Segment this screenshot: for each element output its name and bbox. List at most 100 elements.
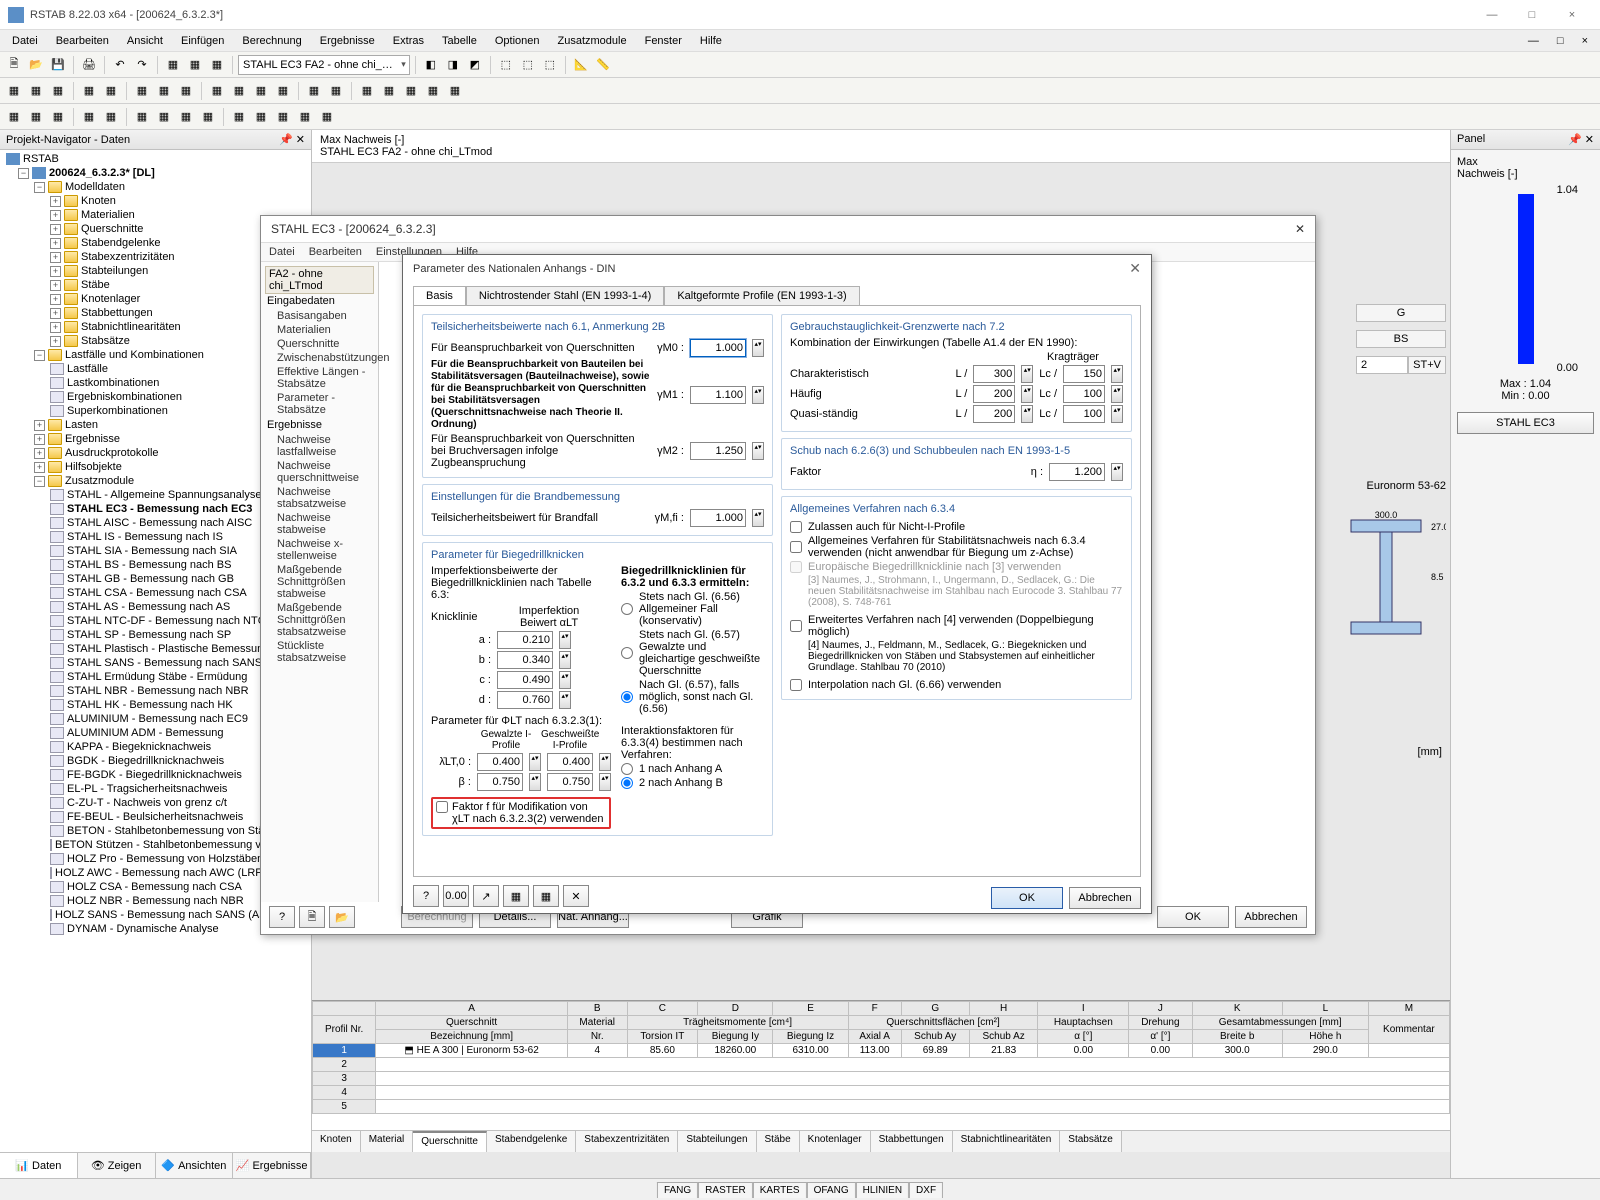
tool-icon[interactable]: ▦ [401,81,421,101]
menu-hilfe[interactable]: Hilfe [692,33,730,49]
btab[interactable]: Stabexzentrizitäten [576,1131,678,1152]
tool-icon[interactable]: ▦ [185,55,205,75]
tool-icon[interactable]: ▦ [26,107,46,127]
btab[interactable]: Stabsätze [1060,1131,1121,1152]
tree-item[interactable]: Querschnitte [81,223,143,235]
tool-icon[interactable]: ▦ [163,55,183,75]
btab[interactable]: Stabbettungen [871,1131,953,1152]
gamma-mfi-field[interactable] [690,509,746,527]
tree-item[interactable]: Stäbe [81,279,110,291]
tool-icon[interactable]: ▦ [101,107,121,127]
tree-item[interactable]: STAHL Plastisch - Plastische Bemessung [67,643,269,655]
module-combo[interactable]: STAHL EC3 FA2 - ohne chi_… [238,55,410,75]
tool-icon[interactable]: ◧ [421,55,441,75]
tool-icon[interactable]: ▦ [379,81,399,101]
menu-fenster[interactable]: Fenster [637,33,690,49]
tool-icon[interactable]: ▦ [207,55,227,75]
tree-item[interactable]: Hilfsobjekte [65,461,122,473]
btab[interactable]: Stabnichtlinearitäten [953,1131,1061,1152]
tree-item[interactable]: STAHL AS - Bemessung nach AS [67,601,230,613]
menu-berechnung[interactable]: Berechnung [234,33,309,49]
d1-cancel-button[interactable]: Abbrechen [1235,906,1307,928]
tree-item[interactable]: ALUMINIUM - Bemessung nach EC9 [67,713,248,725]
tree-item[interactable]: STAHL Ermüdung Stäbe - Ermüdung [67,671,247,683]
tool-icon[interactable]: ▦ [423,81,443,101]
tool-icon[interactable]: ▦ [4,81,24,101]
tree-item[interactable]: Stabnichtlinearitäten [81,321,181,333]
tree-item[interactable]: Ergebniskombinationen [67,391,182,403]
status-tab[interactable]: KARTES [753,1182,807,1198]
nav-tab-zeigen[interactable]: 👁Zeigen [78,1153,156,1178]
tab-nichtrostender[interactable]: Nichtrostender Stahl (EN 1993-1-4) [466,286,664,305]
btab[interactable]: Stabteilungen [678,1131,756,1152]
nav-tab-ansichten[interactable]: 🔷Ansichten [156,1153,234,1178]
tool-icon[interactable]: ▦ [503,885,529,907]
tool-icon[interactable]: ▦ [251,81,271,101]
tree-item[interactable]: STAHL BS - Bemessung nach BS [67,559,231,571]
tool-icon[interactable]: ◨ [443,55,463,75]
tree-item[interactable]: STAHL HK - Bemessung nach HK [67,699,233,711]
dialog-close-icon[interactable]: ✕ [1295,222,1305,236]
tool-icon[interactable]: ▦ [101,81,121,101]
tree-item[interactable]: Ergebnisse [65,433,120,445]
tool-icon[interactable]: ▦ [295,107,315,127]
menu-einfuegen[interactable]: Einfügen [173,33,232,49]
gamma-m0-field[interactable] [690,339,746,357]
tool-icon[interactable]: ▦ [48,81,68,101]
btab[interactable]: Material [361,1131,414,1152]
status-tab[interactable]: OFANG [807,1182,856,1198]
tool-icon[interactable]: ▦ [304,81,324,101]
tool-icon[interactable]: ▦ [357,81,377,101]
tree-item[interactable]: STAHL NBR - Bemessung nach NBR [67,685,249,697]
tool-icon[interactable]: 📏 [593,55,613,75]
menu-ansicht[interactable]: Ansicht [119,33,171,49]
tool-icon[interactable]: ◩ [465,55,485,75]
menu-optionen[interactable]: Optionen [487,33,548,49]
d1-ok-button[interactable]: OK [1157,906,1229,928]
close-button[interactable]: × [1552,1,1592,29]
tree-item[interactable]: Lastkombinationen [67,377,159,389]
tool-icon[interactable]: ↗ [473,885,499,907]
btab[interactable]: Knotenlager [800,1131,871,1152]
status-tab[interactable]: FANG [657,1182,698,1198]
menu-bearbeiten[interactable]: Bearbeiten [48,33,117,49]
tool-icon[interactable]: ▦ [132,107,152,127]
mdi-close[interactable]: × [1574,33,1596,49]
tree-item[interactable]: KAPPA - Biegeknicknachweis [67,741,211,753]
btab[interactable]: Querschnitte [413,1131,487,1152]
help-icon[interactable]: ? [413,885,439,907]
cross-section-grid[interactable]: ABCDEFGHIJKLM Profil Nr.QuerschnittMater… [312,1000,1450,1130]
tool-icon[interactable]: ▦ [229,81,249,101]
tool-icon[interactable]: ▦ [198,107,218,127]
tool-icon[interactable]: ▦ [273,81,293,101]
tool-icon[interactable]: ▦ [326,81,346,101]
tool-icon[interactable]: ▦ [317,107,337,127]
menu-ergebnisse[interactable]: Ergebnisse [312,33,383,49]
tree-item[interactable]: FE-BEUL - Beulsicherheitsnachweis [67,811,243,823]
mdi-min[interactable]: — [1520,33,1547,49]
folder-icon[interactable]: 📂 [329,906,355,928]
tree-item[interactable]: Knoten [81,195,116,207]
btab[interactable]: Stäbe [757,1131,800,1152]
tree-item[interactable]: Superkombinationen [67,405,168,417]
save-icon[interactable]: 💾 [48,55,68,75]
status-tab[interactable]: RASTER [698,1182,753,1198]
tree-item[interactable]: Stabteilungen [81,265,148,277]
tool-icon[interactable]: ▦ [132,81,152,101]
tree-item[interactable]: BETON - Stahlbetonbemessung von Stäben [67,825,283,837]
open-icon[interactable]: 📂 [26,55,46,75]
tree-item[interactable]: STAHL AISC - Bemessung nach AISC [67,517,252,529]
tool-icon[interactable]: ▦ [79,107,99,127]
tree-item[interactable]: EL-PL - Tragsicherheitsnachweis [67,783,227,795]
status-tab[interactable]: HLINIEN [856,1182,909,1198]
cancel-button[interactable]: Abbrechen [1069,887,1141,909]
tree-item[interactable]: Materialien [81,209,135,221]
tool-icon[interactable]: ▦ [48,107,68,127]
tool-icon[interactable]: ▦ [26,81,46,101]
panel-pin-icon[interactable]: 📌 ✕ [1568,133,1594,146]
tool-icon[interactable]: ▦ [445,81,465,101]
tree-item[interactable]: STAHL - Allgemeine Spannungsanalyse [67,489,261,501]
tool-icon[interactable]: ▦ [533,885,559,907]
btab[interactable]: Knoten [312,1131,361,1152]
tree-item[interactable]: STAHL IS - Bemessung nach IS [67,531,223,543]
